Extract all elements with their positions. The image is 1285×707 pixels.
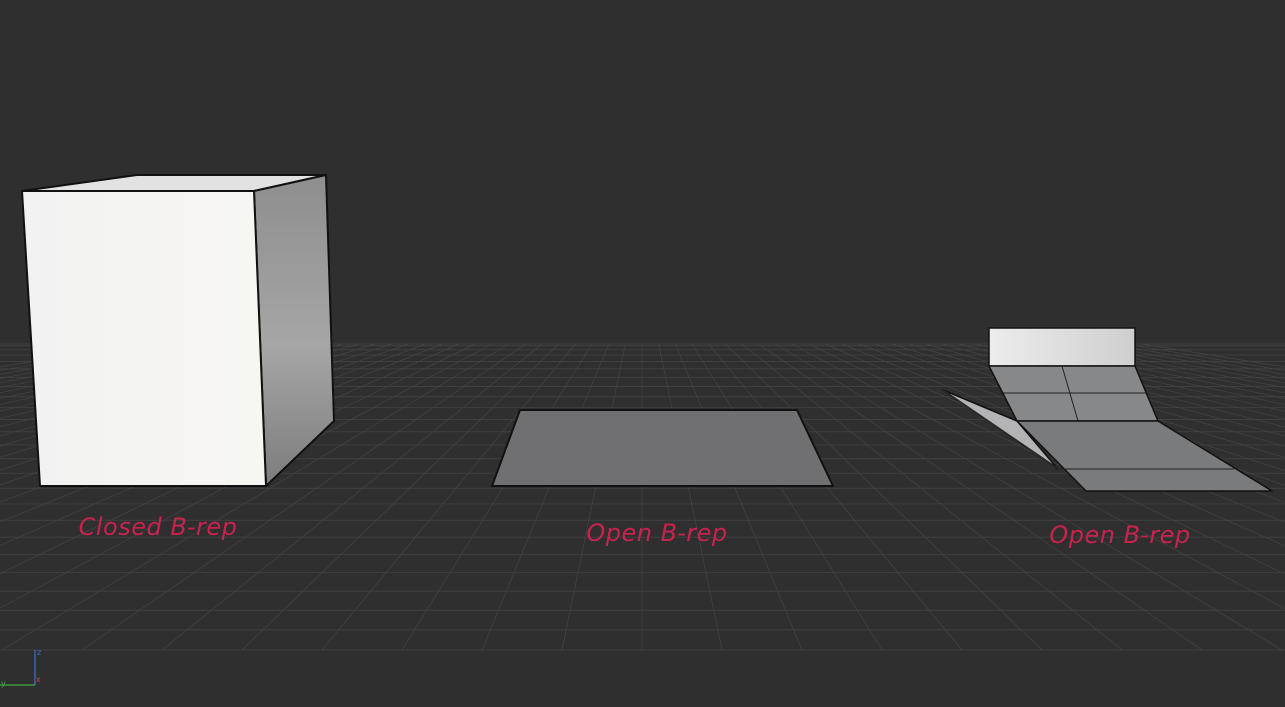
- folded-wall-face[interactable]: [988, 327, 1136, 367]
- grid-line: [658, 343, 723, 651]
- grid-line: [708, 343, 963, 651]
- grid-line: [321, 343, 576, 651]
- folded-surface[interactable]: [942, 327, 1273, 492]
- flat-plane[interactable]: [491, 409, 834, 487]
- grid-line: [675, 343, 803, 651]
- axis-z-label: z: [37, 648, 41, 657]
- grid-line: [1125, 343, 1285, 371]
- closed-box[interactable]: [21, 174, 335, 487]
- folded-surface-caption: Open B-rep: [1049, 521, 1190, 549]
- flat-plane-caption: Open B-rep: [586, 519, 727, 547]
- grid-line: [481, 343, 609, 651]
- grid-line: [691, 343, 883, 651]
- axis-x-label: x: [36, 675, 41, 684]
- grid-line: [401, 343, 593, 651]
- scene-canvas[interactable]: Closed B-rep Open B-rep Open B-rep z x y: [0, 0, 1285, 707]
- grid-line: [561, 343, 626, 651]
- axis-gizmo: z x y: [0, 648, 41, 688]
- closed-box-caption: Closed B-rep: [79, 513, 238, 541]
- grid-line: [725, 343, 1043, 651]
- 3d-viewport[interactable]: Closed B-rep Open B-rep Open B-rep z x y: [0, 0, 1285, 707]
- grid-line: [1141, 343, 1285, 368]
- box-side-face[interactable]: [253, 174, 335, 487]
- plane-face[interactable]: [491, 409, 834, 487]
- box-front-face[interactable]: [21, 190, 267, 487]
- axis-y-label: y: [1, 679, 6, 688]
